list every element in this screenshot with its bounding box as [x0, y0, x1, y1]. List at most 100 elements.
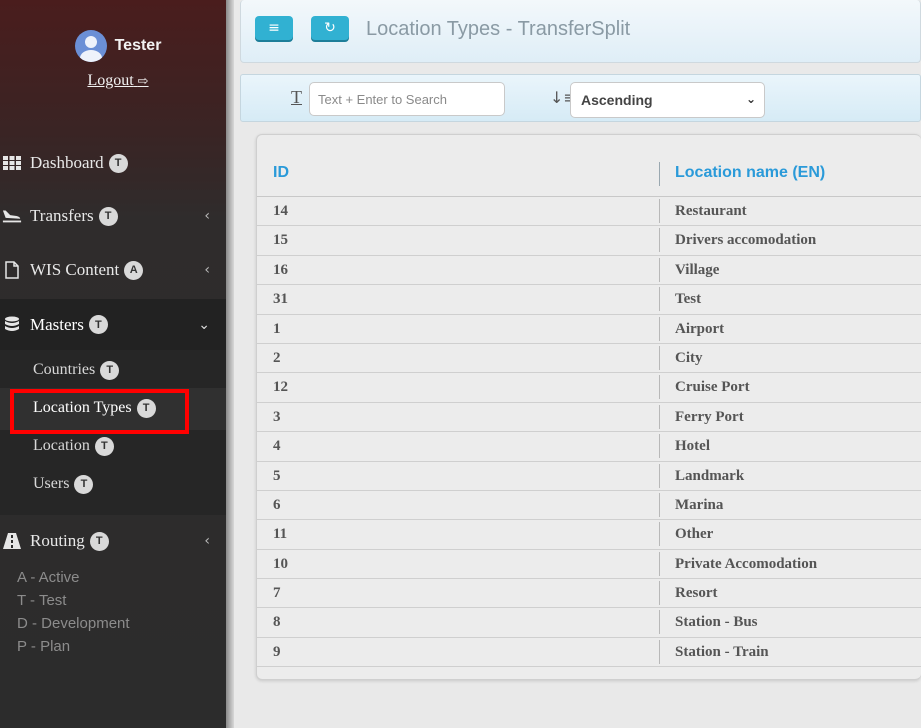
cell-location-name: Cruise Port [675, 379, 750, 396]
cell-id: 16 [273, 261, 288, 278]
cell-location-name: Station - Train [675, 643, 769, 660]
nav-transfers[interactable]: Transfers T ‹ [0, 192, 226, 240]
column-divider [659, 404, 660, 429]
table-body: 14 Restaurant 15 Drivers accomodation 16 Vill… [257, 197, 921, 668]
column-divider [659, 551, 660, 576]
legend-item: A - Active [17, 569, 80, 586]
column-divider [659, 492, 660, 517]
sort-order-value: Ascending [581, 92, 653, 108]
cell-id: 3 [273, 408, 281, 425]
table-row[interactable]: 14 Restaurant [257, 197, 921, 227]
column-divider [659, 316, 660, 341]
nav-dashboard-label: Dashboard [30, 153, 104, 172]
legend-item: P - Plan [17, 638, 71, 655]
status-badge: T [100, 360, 120, 380]
nav-masters[interactable]: Masters T ⌄ [0, 299, 226, 350]
hamburger-icon: ≡ [268, 20, 280, 36]
grid-icon [2, 153, 22, 173]
menu-toggle-button[interactable]: ≡ [255, 16, 293, 40]
cell-id: 7 [273, 585, 281, 602]
sort-order-select[interactable]: Ascending ⌄ [570, 82, 765, 118]
cell-location-name: Restaurant [675, 203, 747, 219]
filter-bar: T ↓≡ Ascending ⌄ [240, 74, 921, 122]
sidebar: Tester Logout ⇨ Dashboard T Transfers T … [0, 0, 226, 728]
nav-dashboard[interactable]: Dashboard T [0, 139, 226, 187]
table-row[interactable]: 1 Airport [257, 315, 921, 344]
table-row[interactable]: 6 Marina [257, 491, 921, 521]
sidebar-item-countries[interactable]: Countries T [33, 355, 120, 385]
cell-location-name: City [675, 349, 703, 366]
table-row[interactable]: 2 City [257, 344, 921, 374]
cell-location-name: Landmark [675, 467, 745, 484]
table-row[interactable]: 5 Landmark [257, 462, 921, 491]
user-block: Tester Logout ⇨ [0, 30, 226, 90]
table-row[interactable]: 8 Station - Bus [257, 608, 921, 638]
nav-wis-content-label: WIS Content [30, 260, 120, 279]
cell-id: 5 [273, 467, 281, 484]
cell-id: 6 [273, 496, 281, 513]
status-badge: T [94, 436, 114, 456]
table-row[interactable]: 7 Resort [257, 579, 921, 609]
cell-location-name: Other [675, 526, 714, 543]
sidebar-item-users[interactable]: Users T [33, 469, 94, 499]
column-divider [659, 581, 660, 606]
column-header-id[interactable]: ID [273, 164, 289, 182]
status-badge: T [98, 206, 118, 226]
sidebar-item-location[interactable]: Location T [33, 431, 114, 461]
chevron-left-icon: ‹ [204, 262, 210, 278]
cell-location-name: Drivers accomodation [675, 232, 817, 249]
road-icon [2, 531, 22, 551]
logout-link[interactable]: Logout ⇨ [87, 72, 148, 90]
status-badge: A [124, 260, 144, 280]
sidebar-shadow [226, 0, 234, 728]
nav-routing[interactable]: Routing T ‹ [0, 517, 226, 565]
cell-location-name: Private Accomodation [675, 555, 818, 572]
chevron-left-icon: ‹ [204, 208, 210, 224]
file-icon [2, 260, 22, 280]
legend-item: T - Test [17, 592, 67, 609]
nav-wis-content[interactable]: WIS Content A ‹ [0, 246, 226, 294]
cell-id: 31 [273, 291, 288, 308]
cell-id: 9 [273, 643, 281, 660]
cell-id: 8 [273, 614, 281, 631]
refresh-button[interactable]: ↻ [311, 16, 349, 40]
column-header-name[interactable]: Location name (EN) [675, 164, 825, 182]
user-avatar-icon [74, 30, 107, 62]
status-badge: T [89, 531, 109, 551]
table-row[interactable]: 10 Private Accomodation [257, 550, 921, 580]
search-input[interactable] [309, 82, 505, 116]
user-name: Tester [114, 37, 162, 54]
plane-landing-icon [2, 206, 22, 226]
column-divider [659, 434, 660, 459]
table-row[interactable]: 16 Village [257, 256, 921, 286]
column-divider [659, 287, 660, 312]
column-divider [659, 610, 660, 635]
selection-highlight-box [10, 389, 189, 434]
page-header: ≡ ↻ Location Types - TransferSplit [240, 0, 921, 63]
table-row[interactable]: 15 Drivers accomodation [257, 226, 921, 256]
cell-location-name: Ferry Port [675, 408, 744, 425]
sidebar-item-label: Users [33, 475, 70, 492]
cell-location-name: Resort [675, 585, 718, 602]
cell-id: 1 [273, 320, 281, 337]
cell-id: 15 [273, 232, 288, 249]
cell-id: 14 [273, 203, 288, 219]
column-divider [659, 639, 660, 664]
table-row[interactable]: 4 Hotel [257, 432, 921, 462]
nav-transfers-label: Transfers [30, 206, 94, 225]
cell-id: 4 [273, 438, 281, 455]
table-row[interactable]: 3 Ferry Port [257, 403, 921, 433]
cell-location-name: Airport [675, 320, 725, 337]
column-divider [659, 228, 660, 253]
status-badge: T [74, 474, 94, 494]
cell-location-name: Hotel [675, 438, 710, 455]
table-row[interactable]: 9 Station - Train [257, 638, 921, 668]
table-row[interactable]: 12 Cruise Port [257, 373, 921, 403]
refresh-icon: ↻ [324, 20, 336, 36]
table-row[interactable]: 31 Test [257, 285, 921, 315]
cell-id: 10 [273, 555, 288, 572]
database-icon [2, 315, 22, 335]
page-title: Location Types - TransferSplit [366, 18, 631, 40]
table-row[interactable]: 11 Other [257, 520, 921, 550]
nav-masters-label: Masters [30, 314, 84, 334]
